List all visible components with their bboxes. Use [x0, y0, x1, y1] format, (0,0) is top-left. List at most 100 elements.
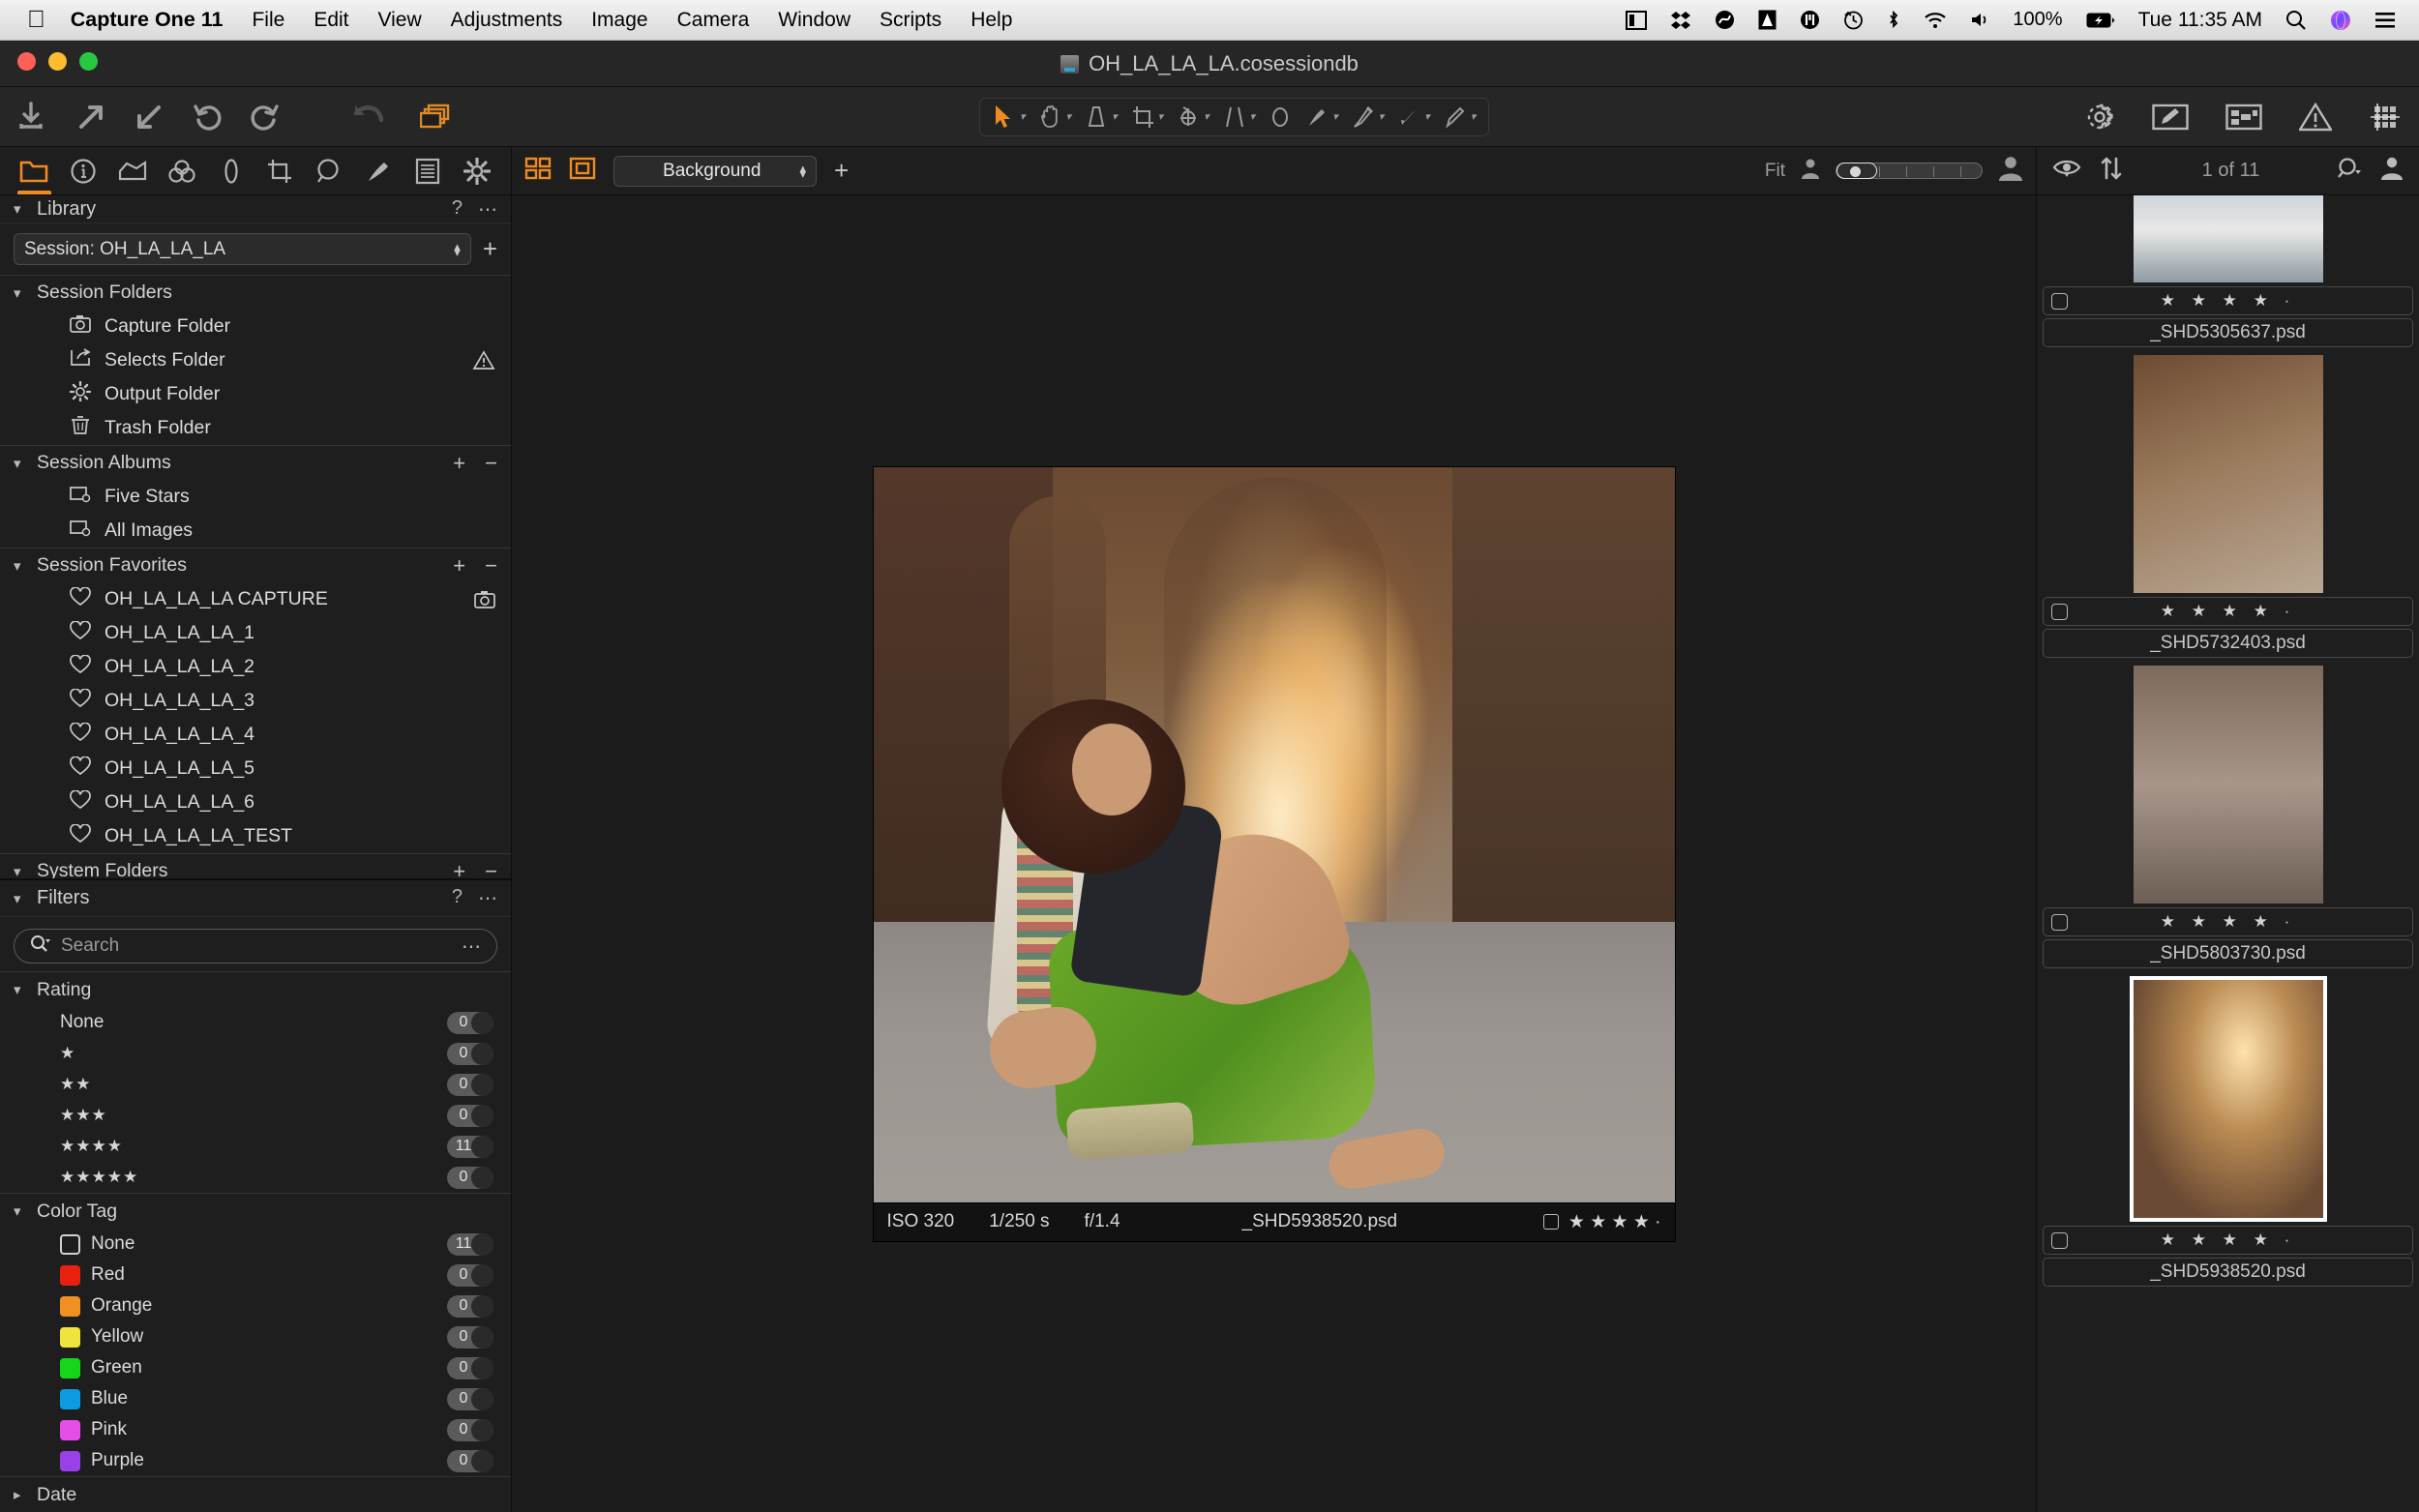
group-rating[interactable]: ▾ Rating [0, 972, 511, 1007]
select-cursor-tool[interactable]: ▾ [986, 99, 1032, 135]
list-item[interactable]: ★ ★ ★ ★ · _SHD5732403.psd [2041, 355, 2415, 658]
undo-icon[interactable] [352, 103, 385, 132]
thumbnail-star-rating[interactable]: ★ ★ ★ ★ · [2044, 291, 2412, 311]
thumbnail-filename[interactable]: _SHD5938520.psd [2043, 1258, 2413, 1287]
thumbnail-filename[interactable]: _SHD5732403.psd [2043, 629, 2413, 658]
siri-icon[interactable] [2330, 10, 2351, 31]
image-canvas[interactable]: ISO 320 1/250 s f/1.4 _SHD5938520.psd ★ … [513, 195, 2035, 1512]
group-session-albums[interactable]: ▾ Session Albums + − [0, 445, 511, 480]
apple-logo-icon[interactable]:  [27, 8, 45, 32]
filters-help-icon[interactable]: ? [452, 886, 463, 910]
group-system-folders-clipped[interactable]: ▾ System Folders + − [0, 853, 511, 878]
thumbnail-star-rating[interactable]: ★ ★ ★ ★ · [2044, 602, 2412, 621]
group-color-tag[interactable]: ▾ Color Tag [0, 1194, 511, 1229]
edit-with-icon[interactable] [2152, 104, 2189, 131]
thumbnail-filename[interactable]: _SHD5305637.psd [2043, 318, 2413, 347]
warning-triangle-icon[interactable] [2299, 103, 2332, 132]
filter-rating-1[interactable]: ★ 0 [0, 1038, 511, 1069]
export-arrow-icon[interactable] [75, 102, 106, 133]
menu-app-name[interactable]: Capture One 11 [71, 8, 224, 32]
copy-apply-adjustments-icon[interactable] [420, 104, 453, 131]
menu-item-help[interactable]: Help [971, 9, 1012, 32]
chevron-updown-icon[interactable]: ▴ ▾ [799, 162, 806, 180]
chevron-down-icon[interactable]: ▾ [14, 455, 27, 472]
menu-item-view[interactable]: View [378, 9, 422, 32]
filter-count[interactable]: 0 [447, 1387, 493, 1410]
sidebar-item-favorite-1[interactable]: OH_LA_LA_LA_1 [0, 616, 511, 650]
rotate-right-icon[interactable] [250, 102, 281, 133]
thumbnail-meta-row[interactable]: ★ ★ ★ ★ · [2043, 1226, 2413, 1255]
crop-tool[interactable]: ▾ [1124, 99, 1171, 135]
sidebar-item-output-folder[interactable]: Output Folder [0, 377, 511, 411]
filter-rating-none[interactable]: None 0 [0, 1007, 511, 1038]
menu-item-scripts[interactable]: Scripts [880, 9, 941, 32]
primary-image-frame[interactable]: ISO 320 1/250 s f/1.4 _SHD5938520.psd ★ … [873, 466, 1675, 1241]
spot-removal-tool[interactable] [1262, 99, 1299, 135]
list-item[interactable]: ★ ★ ★ ★ · _SHD5305637.psd [2041, 195, 2415, 347]
draw-mask-brush-tool[interactable]: ▾ [1299, 99, 1345, 135]
notification-center-icon[interactable] [2374, 12, 2396, 29]
camera-icon[interactable] [474, 590, 495, 608]
metadata-tab[interactable] [403, 147, 452, 194]
image-star-rating[interactable]: ★ ★ ★ ★ · [1568, 1211, 1661, 1233]
search-input[interactable] [61, 935, 452, 957]
menu-item-file[interactable]: File [252, 9, 284, 32]
filter-count[interactable]: 0 [447, 1073, 493, 1096]
grid-view-icon[interactable] [524, 156, 552, 186]
add-variant-button[interactable]: + [834, 156, 849, 186]
white-balance-picker-tool[interactable]: ▾ [1078, 99, 1124, 135]
layout-view-icon[interactable] [2225, 104, 2262, 131]
menu-item-image[interactable]: Image [591, 9, 647, 32]
primary-image[interactable] [873, 466, 1675, 1241]
battery-charging-icon[interactable] [2086, 12, 2115, 29]
list-item-selected[interactable]: ★ ★ ★ ★ · _SHD5938520.psd [2041, 976, 2415, 1287]
composition-tab[interactable] [255, 147, 305, 194]
sidebar-item-five-stars[interactable]: Five Stars [0, 480, 511, 514]
exposure-tab[interactable] [206, 147, 255, 194]
color-tab[interactable] [157, 147, 206, 194]
filter-count[interactable]: 0 [447, 1042, 493, 1065]
thumbnail-star-rating[interactable]: ★ ★ ★ ★ · [2044, 912, 2412, 932]
sidebar-item-capture-folder[interactable]: Capture Folder [0, 310, 511, 343]
thumbnail-strip[interactable]: ★ ★ ★ ★ · _SHD5305637.psd ★ ★ ★ ★ · _SHD… [2037, 195, 2419, 1512]
filter-count[interactable]: 11 [447, 1135, 493, 1158]
thumbnail-star-rating[interactable]: ★ ★ ★ ★ · [2044, 1230, 2412, 1250]
add-session-item-button[interactable]: + [483, 234, 497, 264]
filter-rating-2[interactable]: ★★ 0 [0, 1069, 511, 1100]
remove-album-button[interactable]: − [485, 451, 497, 476]
filter-count[interactable]: 0 [447, 1418, 493, 1441]
sidebar-item-favorite-3[interactable]: OH_LA_LA_LA_3 [0, 684, 511, 718]
remove-favorite-button[interactable]: − [485, 553, 497, 578]
person-icon[interactable] [2380, 157, 2404, 185]
menu-item-camera[interactable]: Camera [677, 9, 750, 32]
filter-rating-4[interactable]: ★★★★ 11 [0, 1131, 511, 1162]
thumbnail-image[interactable] [2133, 666, 2323, 904]
rotate-flip-tool[interactable]: ▾ [1170, 99, 1216, 135]
sidebar-item-all-images[interactable]: All Images [0, 514, 511, 548]
session-select[interactable]: Session: OH_LA_LA_LA ▴ ▾ [14, 233, 471, 265]
thumbnail-image-selected[interactable] [2129, 976, 2327, 1222]
wifi-icon[interactable] [1924, 11, 1947, 29]
chevron-down-icon[interactable]: ▾ [14, 557, 27, 575]
warning-triangle-icon[interactable] [472, 350, 495, 371]
search-box[interactable]: ⋯ [14, 929, 497, 964]
group-session-folders[interactable]: ▾ Session Folders [0, 275, 511, 310]
search-icon[interactable] [2285, 10, 2307, 31]
creative-cloud-icon[interactable] [1715, 10, 1735, 30]
remove-system-folder-button[interactable]: − [485, 859, 497, 879]
filters-panel-header[interactable]: ▾ Filters ? ⋯ [0, 880, 511, 917]
dropbox-icon[interactable] [1670, 11, 1691, 30]
menu-item-adjustments[interactable]: Adjustments [451, 9, 563, 32]
add-system-folder-button[interactable]: + [453, 859, 465, 879]
library-panel-header[interactable]: ▾ Library ? ⋯ [0, 195, 511, 223]
chevron-down-icon[interactable]: ▾ [14, 863, 27, 879]
screen-mirroring-icon[interactable] [1626, 10, 1648, 30]
filter-count[interactable]: 11 [447, 1232, 493, 1256]
thumbnail-meta-row[interactable]: ★ ★ ★ ★ · [2043, 597, 2413, 626]
sidebar-item-favorite-capture[interactable]: OH_LA_LA_LA CAPTURE [0, 582, 511, 616]
grid-overlay-icon[interactable] [2369, 103, 2402, 132]
chevron-updown-icon[interactable]: ▴ ▾ [454, 240, 461, 258]
add-favorite-button[interactable]: + [453, 553, 465, 578]
color-tag-checkbox[interactable] [1542, 1214, 1559, 1230]
chevron-down-icon[interactable]: ▾ [14, 1202, 27, 1220]
